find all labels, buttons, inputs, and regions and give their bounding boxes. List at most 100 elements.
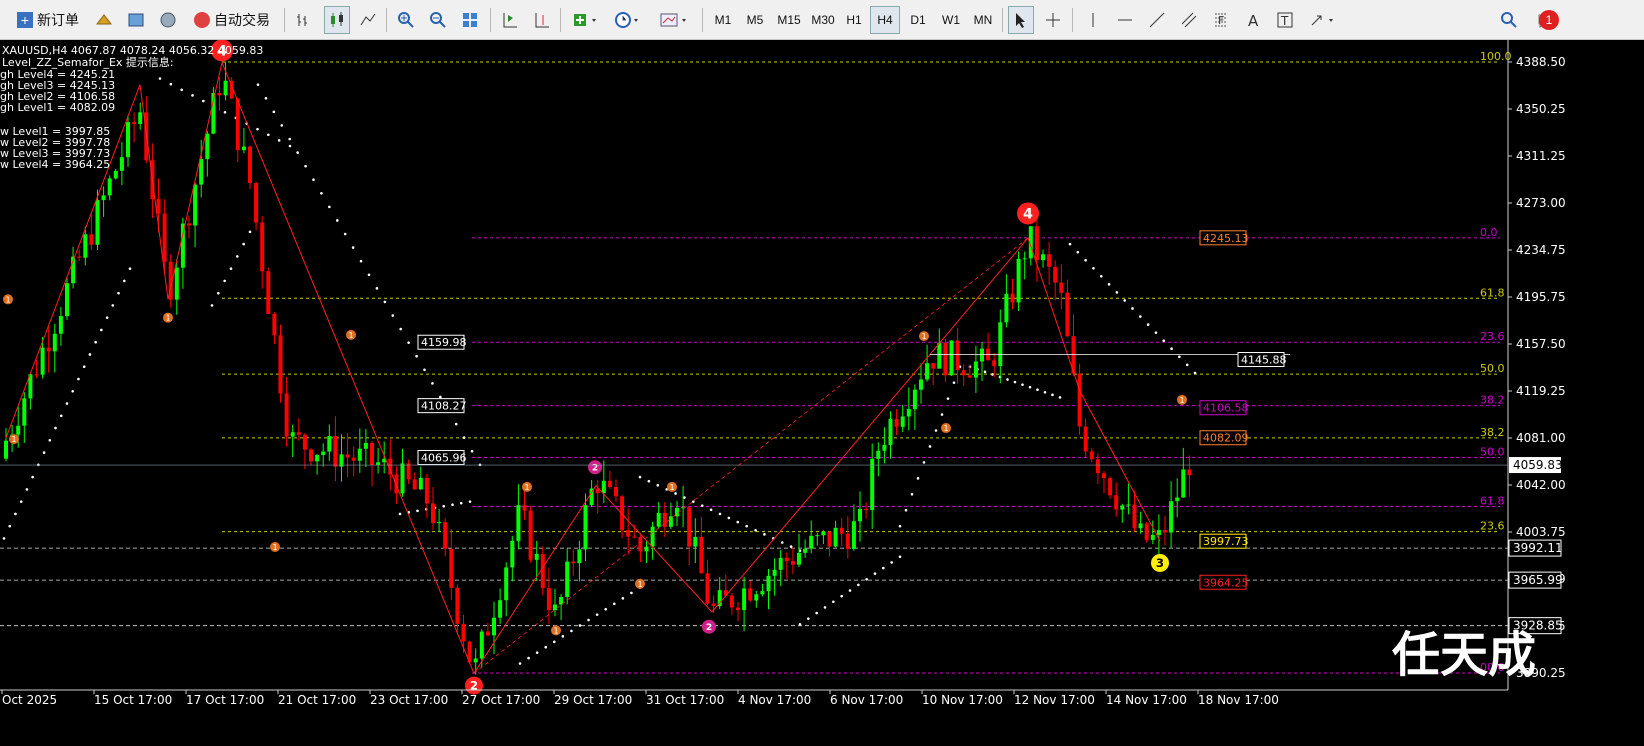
- sar-dot: [630, 591, 633, 595]
- bear-candle: [943, 342, 948, 376]
- market-watch-icon[interactable]: [92, 6, 116, 34]
- sar-dot: [451, 503, 454, 506]
- sar-dot: [718, 512, 722, 516]
- chart-window[interactable]: 100.0 61.8 50.0 38.2 23.6 0.0 23.6 38.2 50.0 61.8…: [0, 40, 1644, 746]
- bear-candle: [1034, 226, 1039, 261]
- sar-dot: [1006, 378, 1009, 381]
- sar-dot: [2, 537, 6, 540]
- bear-candle: [370, 442, 374, 465]
- arrows-dropdown-icon[interactable]: [1304, 6, 1344, 34]
- timeframe-W1[interactable]: W1: [936, 6, 966, 34]
- bull-candle: [1138, 523, 1143, 529]
- sar-dot: [991, 373, 994, 376]
- auto-scroll-icon[interactable]: [498, 6, 522, 34]
- zoom-out-icon[interactable]: [426, 6, 450, 34]
- sar-dot: [398, 512, 402, 516]
- vertical-line-icon[interactable]: [1080, 6, 1106, 34]
- bear-candle: [705, 573, 710, 604]
- tile-windows-icon[interactable]: [458, 6, 482, 34]
- toolbar-separator: [1002, 8, 1003, 32]
- bear-candle: [1102, 473, 1106, 479]
- bar-chart-icon[interactable]: [292, 6, 316, 34]
- price-axis-label: 4311.25: [1516, 149, 1566, 163]
- search-icon[interactable]: [1496, 6, 1522, 34]
- equidistant-channel-icon[interactable]: [1176, 6, 1202, 34]
- svg-text:T: T: [1280, 14, 1289, 28]
- sar-dot: [191, 94, 194, 97]
- bear-candle: [1187, 469, 1192, 476]
- sar-dot: [587, 618, 590, 622]
- low-level-info: w Level4 = 3964.25: [0, 158, 110, 171]
- bull-candle: [1041, 254, 1045, 261]
- sar-dot: [561, 635, 565, 638]
- navigator-icon[interactable]: [156, 6, 180, 34]
- periods-dropdown-icon[interactable]: [610, 6, 646, 34]
- bear-candle: [827, 531, 832, 547]
- fib-label-yellow: 38.2: [1480, 426, 1505, 439]
- sar-dot: [700, 504, 704, 508]
- new-order-button[interactable]: + 新订单: [8, 6, 88, 34]
- templates-dropdown-icon[interactable]: [654, 6, 694, 34]
- timeframe-M5[interactable]: M5: [740, 6, 770, 34]
- zoom-in-icon[interactable]: [394, 6, 418, 34]
- timeframe-MN[interactable]: MN: [968, 6, 998, 34]
- sar-dot: [709, 508, 713, 512]
- sar-dot: [367, 273, 371, 277]
- timeframe-H4[interactable]: H4: [870, 6, 900, 34]
- data-window-icon[interactable]: [124, 6, 148, 34]
- price-axis-label: 4119.25: [1516, 384, 1566, 398]
- bull-candle: [119, 157, 124, 171]
- price-box-label: 4065.96: [421, 452, 467, 465]
- bull-candle: [479, 631, 484, 659]
- bull-candle: [919, 379, 923, 390]
- price-box-colored-label: 3964.25: [1203, 576, 1249, 589]
- chart-shift-icon[interactable]: [530, 6, 554, 34]
- notifications-icon[interactable]: 1: [1530, 6, 1564, 34]
- bull-candle: [193, 184, 198, 226]
- sar-dot: [898, 555, 902, 559]
- bull-candle: [290, 432, 295, 437]
- cursor-icon[interactable]: [1008, 6, 1034, 34]
- line-chart-icon[interactable]: [356, 6, 380, 34]
- bull-candle: [949, 340, 954, 376]
- sar-dot: [674, 492, 677, 495]
- fibonacci-icon[interactable]: F: [1208, 6, 1234, 34]
- sar-dot: [77, 377, 80, 381]
- bull-candle: [95, 200, 100, 245]
- timeframe-M30[interactable]: M30: [806, 6, 840, 34]
- sar-dot: [1076, 250, 1080, 254]
- bull-candle: [223, 80, 228, 96]
- text-label-icon[interactable]: T: [1272, 6, 1298, 34]
- timeframe-M1[interactable]: M1: [708, 6, 738, 34]
- sar-dot: [1123, 299, 1126, 302]
- semafor-number-small: 1: [11, 435, 16, 444]
- sar-dot: [14, 512, 17, 516]
- crosshair-icon[interactable]: [1040, 6, 1066, 34]
- semafor-number-small: 1: [669, 483, 674, 492]
- auto-trading-button[interactable]: 自动交易: [186, 6, 278, 34]
- timeframe-H1[interactable]: H1: [840, 6, 868, 34]
- bull-candle: [504, 567, 509, 601]
- timeframe-M15[interactable]: M15: [772, 6, 806, 34]
- bull-candle: [52, 333, 57, 352]
- sar-dot: [940, 413, 944, 416]
- horizontal-line-icon[interactable]: [1112, 6, 1138, 34]
- indicators-dropdown-icon[interactable]: [568, 6, 604, 34]
- bull-candle: [101, 195, 106, 201]
- bear-candle: [333, 436, 338, 467]
- sar-dot: [71, 389, 75, 393]
- bear-candle: [1010, 293, 1015, 303]
- text-icon[interactable]: A: [1240, 6, 1266, 34]
- timeframe-D1[interactable]: D1: [904, 6, 932, 34]
- price-chart[interactable]: 100.0 61.8 50.0 38.2 23.6 0.0 23.6 38.2 50.0 61.8…: [0, 40, 1644, 746]
- toolbar-separator: [560, 8, 561, 32]
- bear-candle: [894, 418, 899, 427]
- trendline-icon[interactable]: [1144, 6, 1170, 34]
- candlestick-icon[interactable]: [324, 6, 350, 34]
- semafor-number-small: 1: [524, 483, 529, 492]
- sar-dot: [1036, 388, 1039, 392]
- sar-dot: [229, 267, 233, 270]
- bull-candle: [754, 594, 759, 601]
- sar-dot: [621, 597, 625, 600]
- sar-dot: [423, 368, 426, 372]
